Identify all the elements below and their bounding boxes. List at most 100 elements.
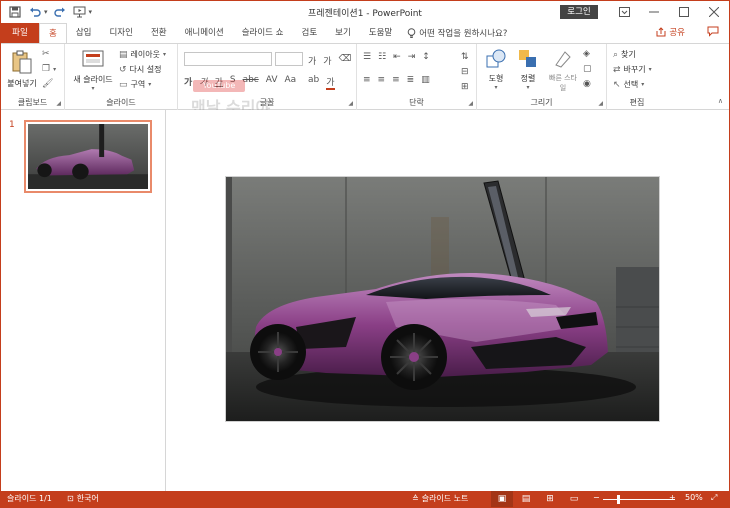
slide-sorter-view-icon[interactable]: ⊞: [539, 491, 561, 507]
collapse-ribbon-icon[interactable]: ∧: [718, 97, 723, 105]
login-button[interactable]: 로그인: [560, 5, 598, 19]
car-image[interactable]: [226, 177, 660, 422]
paragraph-launcher-icon[interactable]: ◢: [468, 100, 473, 107]
customize-qat-icon[interactable]: ▾: [89, 8, 93, 16]
notes-button[interactable]: ≙ 슬라이드 노트: [412, 493, 468, 504]
current-slide[interactable]: [225, 176, 660, 422]
align-text-icon[interactable]: ⊟: [461, 67, 469, 77]
format-painter-button[interactable]: 🖌: [42, 79, 53, 89]
tab-help[interactable]: 도움말: [360, 23, 401, 43]
justify-icon[interactable]: ≣: [407, 75, 415, 85]
minimize-icon[interactable]: [639, 1, 669, 23]
align-center-icon[interactable]: ≡: [378, 75, 386, 85]
smartart-icon[interactable]: ⊞: [461, 82, 469, 92]
group-clipboard-label: 클립보드: [17, 98, 48, 107]
outline-view-icon[interactable]: ▤: [515, 491, 537, 507]
zoom-slider[interactable]: [603, 499, 675, 500]
section-button[interactable]: ▭ 구역 ▾: [119, 79, 151, 90]
drawing-launcher-icon[interactable]: ◢: [598, 100, 603, 107]
undo-dropdown-icon[interactable]: ▾: [44, 8, 48, 16]
close-icon[interactable]: [699, 1, 729, 23]
replace-button[interactable]: ⇄ 바꾸기 ▾: [613, 64, 652, 75]
clipboard-launcher-icon[interactable]: ◢: [56, 100, 61, 107]
paste-button[interactable]: 붙여넣기: [4, 50, 40, 89]
quick-access-toolbar: ▾ ▾: [7, 4, 92, 20]
reset-icon: ↺: [119, 64, 127, 75]
fit-to-window-icon[interactable]: ⤢: [711, 493, 717, 503]
redo-icon[interactable]: [52, 4, 68, 20]
font-launcher-icon[interactable]: ◢: [348, 100, 353, 107]
shape-fill-icon[interactable]: ◈: [583, 49, 592, 59]
numbering-icon[interactable]: ☷: [378, 52, 386, 62]
layout-dropdown-icon[interactable]: ▾: [163, 51, 166, 58]
shapes-dropdown-icon[interactable]: ▾: [483, 84, 509, 91]
zoom-out-button[interactable]: −: [593, 493, 600, 502]
zoom-in-button[interactable]: +: [669, 493, 676, 502]
share-button[interactable]: 공유: [656, 26, 685, 38]
clear-format-icon[interactable]: ⌫: [339, 54, 352, 67]
zoom-level[interactable]: 50%: [685, 493, 703, 502]
tab-design[interactable]: 디자인: [100, 23, 141, 43]
reset-button[interactable]: ↺ 다시 설정: [119, 64, 162, 75]
shape-outline-icon[interactable]: ▢: [583, 64, 592, 74]
tab-review[interactable]: 검토: [293, 23, 327, 43]
grow-font-icon[interactable]: 가: [308, 54, 316, 67]
select-button[interactable]: ↖ 선택 ▾: [613, 79, 644, 90]
copy-dropdown-icon[interactable]: ▾: [53, 66, 56, 73]
thumbnail-car-image: [28, 124, 148, 189]
cut-button[interactable]: ✂: [42, 49, 50, 59]
font-color-icon[interactable]: 가: [326, 75, 335, 90]
normal-view-icon[interactable]: ▣: [491, 491, 513, 507]
save-icon[interactable]: [7, 4, 23, 20]
tab-file[interactable]: 파일: [1, 23, 39, 43]
language-indicator[interactable]: ⊡ 한국어: [67, 493, 99, 504]
replace-dropdown-icon[interactable]: ▾: [649, 66, 652, 73]
tab-animations[interactable]: 애니메이션: [176, 23, 233, 43]
slide-thumbnail-pane: 1: [1, 110, 166, 491]
zoom-slider-thumb[interactable]: [617, 495, 620, 504]
highlight-icon[interactable]: ab: [308, 75, 319, 90]
new-slide-dropdown-icon[interactable]: ▾: [69, 85, 117, 92]
group-slides: 새 슬라이드 ▾ ▤ 레이아웃 ▾ ↺ 다시 설정 ▭ 구역 ▾ 슬라이드: [65, 44, 178, 110]
window-controls: [609, 1, 729, 23]
increase-indent-icon[interactable]: ⇥: [408, 52, 416, 62]
slide-thumbnail[interactable]: [24, 120, 152, 193]
new-slide-button[interactable]: 새 슬라이드 ▾: [69, 50, 117, 92]
line-spacing-icon[interactable]: ↕: [422, 52, 430, 62]
lightbulb-icon: [407, 27, 416, 38]
arrange-icon: [519, 50, 536, 67]
font-name-combo[interactable]: [184, 52, 272, 66]
shape-effects-icon[interactable]: ◉: [583, 79, 592, 89]
tab-insert[interactable]: 삽입: [67, 23, 101, 43]
decrease-indent-icon[interactable]: ⇤: [393, 52, 401, 62]
tab-slideshow[interactable]: 슬라이드 쇼: [233, 23, 293, 43]
section-dropdown-icon[interactable]: ▾: [148, 81, 151, 88]
bullets-icon[interactable]: ☰: [363, 52, 371, 62]
font-size-combo[interactable]: [275, 52, 303, 66]
select-dropdown-icon[interactable]: ▾: [641, 81, 644, 88]
tell-me-box[interactable]: 어떤 작업을 원하시나요?: [401, 23, 513, 43]
copy-button[interactable]: ❐ ▾: [42, 64, 56, 74]
shapes-button[interactable]: 도형 ▾: [483, 49, 509, 91]
shrink-font-icon[interactable]: 가: [323, 54, 331, 67]
columns-icon[interactable]: ▥: [421, 75, 430, 85]
arrange-dropdown-icon[interactable]: ▾: [515, 84, 541, 91]
ribbon-home: 붙여넣기 ✂ ❐ ▾ 🖌 클립보드 ◢ 새 슬라이드 ▾ ▤ 레이아웃 ▾ ↺ 다시 설…: [1, 43, 729, 117]
arrange-button[interactable]: 정렬 ▾: [515, 49, 541, 91]
text-direction-icon[interactable]: ⇅: [461, 52, 469, 62]
quick-styles-button[interactable]: 빠른 스타일: [547, 49, 579, 93]
align-left-icon[interactable]: ≡: [363, 75, 371, 85]
maximize-icon[interactable]: [669, 1, 699, 23]
align-right-icon[interactable]: ≡: [392, 75, 400, 85]
find-button[interactable]: ⌕ 찾기: [613, 49, 636, 60]
undo-icon[interactable]: [27, 4, 43, 20]
comments-icon[interactable]: [707, 26, 719, 40]
tab-home[interactable]: 홈: [39, 23, 67, 43]
tab-view[interactable]: 보기: [326, 23, 360, 43]
ribbon-display-options-icon[interactable]: [609, 1, 639, 23]
reading-view-icon[interactable]: ▭: [563, 491, 585, 507]
slideshow-from-start-icon[interactable]: [72, 4, 88, 20]
tab-transitions[interactable]: 전환: [142, 23, 176, 43]
status-bar: 슬라이드 1/1 ⊡ 한국어 ≙ 슬라이드 노트 ▣ ▤ ⊞ ▭ − + 50%…: [1, 491, 729, 507]
layout-button[interactable]: ▤ 레이아웃 ▾: [119, 49, 166, 60]
